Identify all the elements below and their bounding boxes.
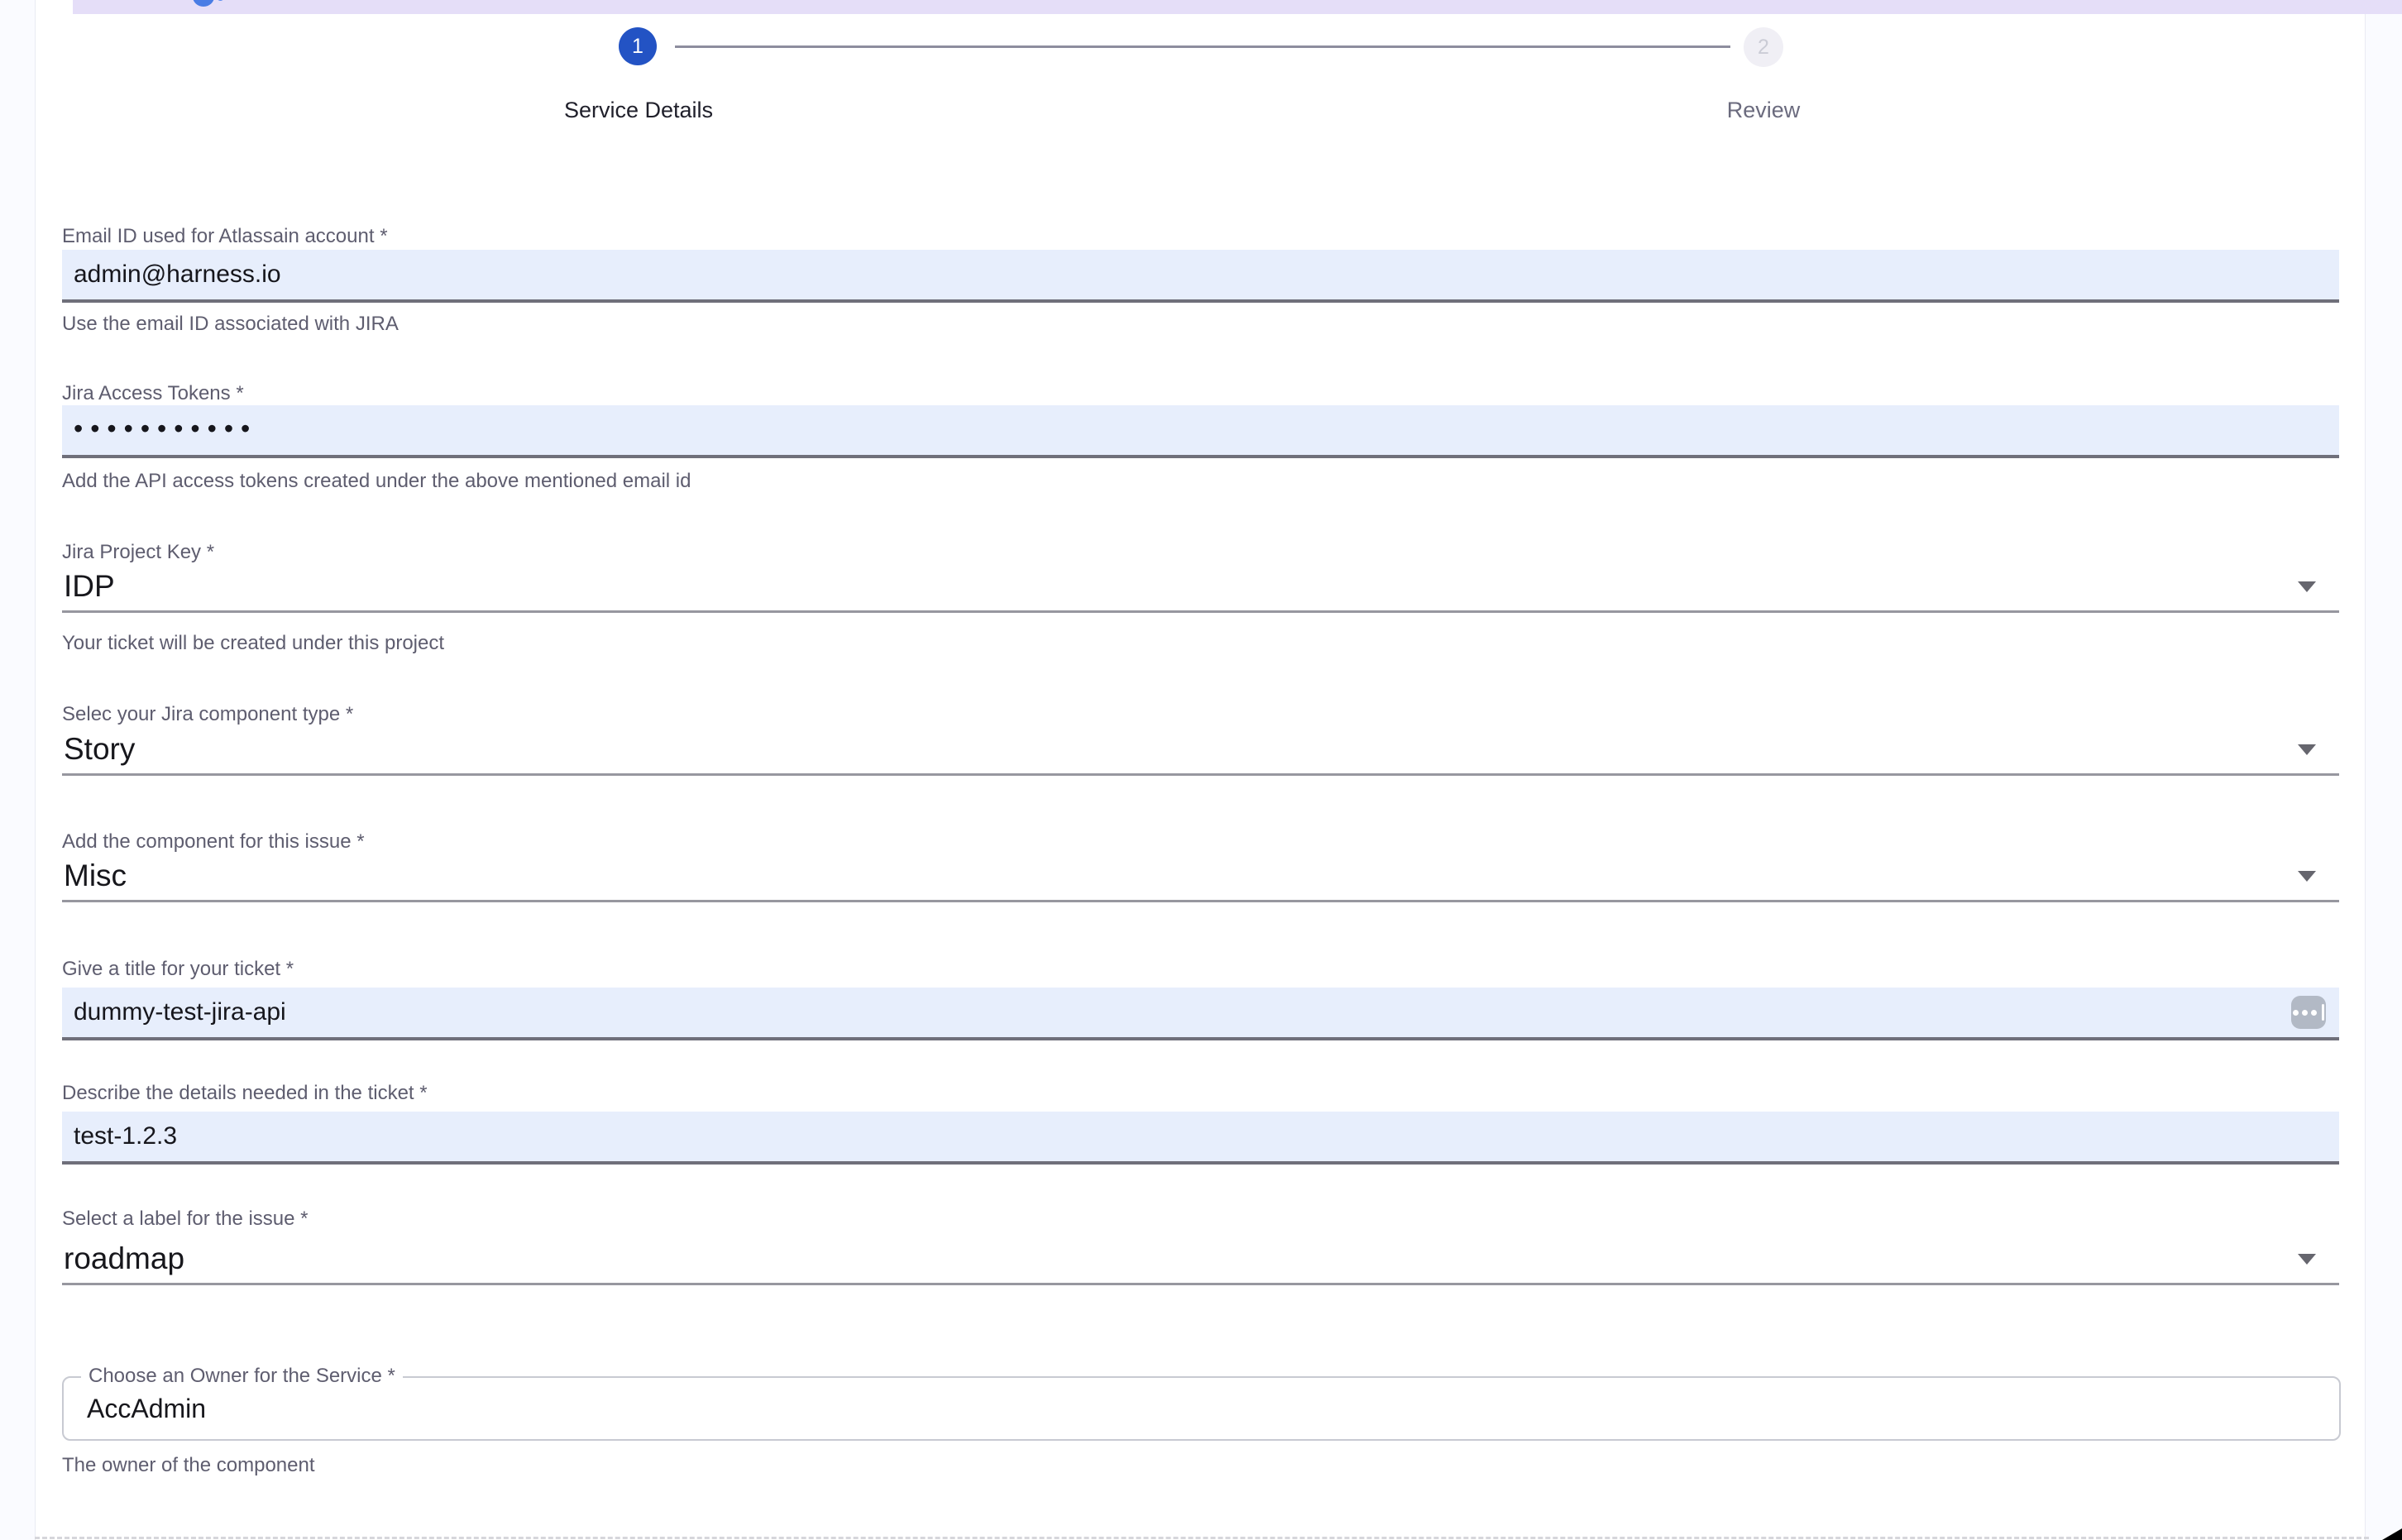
step-1-label: Service Details <box>473 98 804 123</box>
component-type-value: Story <box>64 725 135 773</box>
description-input[interactable]: test-1.2.3 <box>62 1112 2339 1165</box>
title-value: dummy-test-jira-api <box>74 988 286 1037</box>
stepper-connector-line <box>675 45 1730 48</box>
email-input[interactable]: admin@harness.io <box>62 250 2339 303</box>
step-1-circle[interactable]: 1 <box>619 27 657 65</box>
project-key-value: IDP <box>64 562 115 610</box>
step-2-circle[interactable]: 2 <box>1744 27 1783 67</box>
email-label: Email ID used for Atlassain account * <box>62 225 1716 248</box>
chevron-down-icon <box>2298 581 2316 592</box>
title-label: Give a title for your ticket * <box>62 958 1716 981</box>
component-label: Add the component for this issue * <box>62 830 1716 854</box>
issue-label-label: Select a label for the issue * <box>62 1208 1716 1231</box>
project-key-helper: Your ticket will be created under this p… <box>62 632 2047 655</box>
step-1-number: 1 <box>632 35 644 59</box>
chevron-down-icon <box>2298 871 2316 882</box>
step-2-number: 2 <box>1758 36 1769 60</box>
description-value: test-1.2.3 <box>74 1112 177 1161</box>
owner-label: Choose an Owner for the Service * <box>81 1365 403 1388</box>
dot-icon <box>2311 1010 2317 1016</box>
workflow-form-page: 1 2 Service Details Review Email ID used… <box>0 0 2402 1540</box>
harness-logo-icon <box>193 0 214 7</box>
tokens-masked-value: ••••••••••• <box>74 405 257 455</box>
issue-label-value: roadmap <box>64 1235 184 1283</box>
chevron-down-icon <box>2298 1254 2316 1265</box>
component-type-label: Selec your Jira component type * <box>62 703 1716 726</box>
project-key-label: Jira Project Key * <box>62 541 1716 564</box>
component-type-select[interactable]: Story <box>62 725 2339 776</box>
component-value: Misc <box>64 852 127 900</box>
chevron-down-icon <box>2298 744 2316 755</box>
text-cursor-icon <box>2322 1004 2324 1021</box>
harness-logo-dot-icon <box>217 0 224 1</box>
step-2-label: Review <box>1598 98 1929 123</box>
bottom-dashed-divider <box>35 1537 2369 1539</box>
component-select[interactable]: Misc <box>62 852 2339 902</box>
tokens-label: Jira Access Tokens * <box>62 382 1716 405</box>
tokens-helper: Add the API access tokens created under … <box>62 470 2047 493</box>
owner-autocomplete[interactable]: AccAdmin <box>62 1376 2341 1441</box>
title-input[interactable]: dummy-test-jira-api <box>62 988 2339 1040</box>
tokens-input[interactable]: ••••••••••• <box>62 405 2339 458</box>
dot-icon <box>2293 1010 2299 1016</box>
owner-helper: The owner of the component <box>62 1454 2047 1477</box>
issue-label-select[interactable]: roadmap <box>62 1235 2339 1285</box>
cursor-arrow-icon <box>2382 1528 2402 1540</box>
project-key-select[interactable]: IDP <box>62 562 2339 613</box>
description-label: Describe the details needed in the ticke… <box>62 1082 1716 1105</box>
email-helper: Use the email ID associated with JIRA <box>62 313 2047 336</box>
dot-icon <box>2302 1010 2308 1016</box>
more-options-button[interactable] <box>2291 996 2326 1029</box>
email-value: admin@harness.io <box>74 250 281 299</box>
header-bottom-bar <box>73 0 2402 14</box>
